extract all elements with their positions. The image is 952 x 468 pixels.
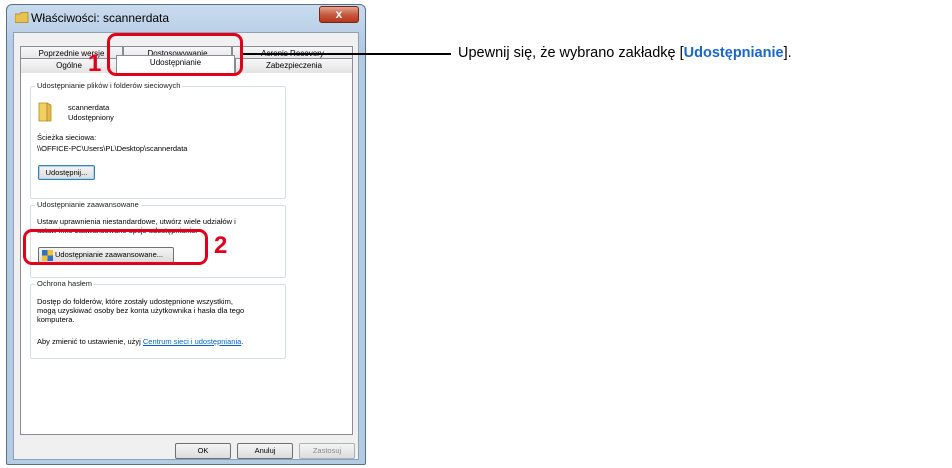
shared-folder-icon: [38, 102, 52, 122]
network-path-label: Ścieżka sieciowa:: [37, 133, 97, 142]
step-1-label: 1: [88, 50, 102, 77]
callout-line: [243, 53, 451, 55]
advanced-button-highlight: [23, 229, 208, 265]
callout-suffix: ].: [783, 45, 792, 61]
password-change-text: Aby zmienić to ustawienie, użyj Centrum …: [37, 337, 243, 346]
password-change-suffix: .: [241, 337, 244, 346]
advanced-sharing-title: Udostępnianie zaawansowane: [35, 200, 141, 209]
network-sharing-group: Udostępnianie plików i folderów sieciowy…: [30, 81, 286, 199]
network-sharing-title: Udostępnianie plików i folderów sieciowy…: [35, 81, 183, 90]
title-bar[interactable]: Właściwości: scannerdata x: [7, 5, 365, 31]
window-title: Właściwości: scannerdata: [31, 11, 170, 25]
password-protection-group: Ochrona hasłem Dostęp do folderów, które…: [30, 279, 286, 359]
tab-general[interactable]: Ogólne: [20, 58, 118, 73]
ok-button[interactable]: OK: [175, 443, 231, 459]
tab-security[interactable]: Zabezpieczenia: [235, 58, 353, 73]
share-button[interactable]: Udostępnij...: [38, 165, 95, 180]
password-line-2: mogą uzyskiwać osoby bez konta użytkowni…: [37, 306, 245, 315]
callout-highlight: Udostępnianie: [683, 45, 784, 61]
folder-name: scannerdata: [68, 103, 110, 112]
advanced-description-1: Ustaw uprawnienia niestandardowe, utwórz…: [37, 217, 236, 226]
network-path-value: \\OFFICE-PC\Users\PL\Desktop\scannerdata: [37, 144, 188, 153]
apply-button[interactable]: Zastosuj: [299, 443, 355, 459]
callout-prefix: Upewnij się, że wybrano zakładkę [: [458, 45, 684, 61]
password-line-3: komputera.: [37, 315, 75, 324]
sharing-tab-highlight: [107, 33, 243, 76]
folder-icon: [15, 12, 29, 23]
password-change-prefix: Aby zmienić to ustawienie, użyj: [37, 337, 143, 346]
cancel-button[interactable]: Anuluj: [237, 443, 293, 459]
callout-text: Upewnij się, że wybrano zakładkę [Udostę…: [458, 45, 792, 61]
step-2-label: 2: [214, 232, 228, 259]
folder-status: Udostępniony: [68, 113, 114, 122]
close-button[interactable]: x: [319, 6, 359, 23]
password-line-1: Dostęp do folderów, które zostały udostę…: [37, 297, 233, 306]
password-protection-title: Ochrona hasłem: [35, 279, 95, 288]
network-center-link[interactable]: Centrum sieci i udostępniania: [143, 337, 241, 346]
